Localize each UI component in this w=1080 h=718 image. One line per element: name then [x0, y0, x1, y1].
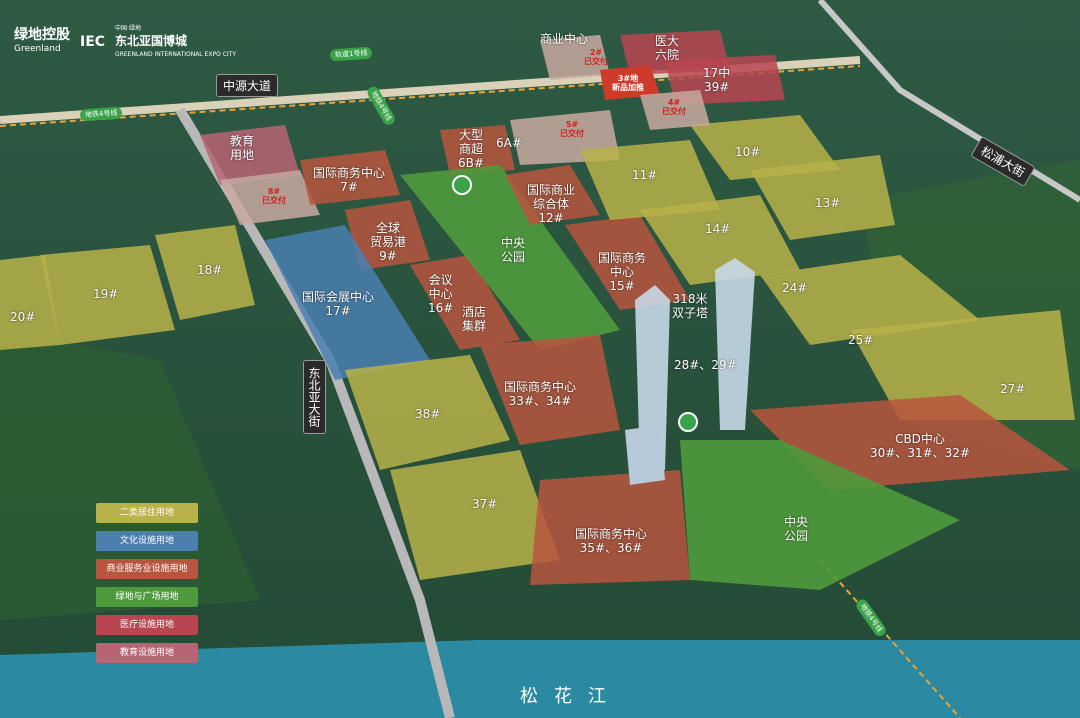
label-plot-3: 3#地 新品加推 — [612, 74, 644, 92]
label-plot-6a: 6A# — [496, 136, 522, 150]
label-plot-10: 10# — [735, 145, 761, 159]
label-plot-27: 27# — [1000, 382, 1026, 396]
brand-name-cn: 绿地控股 — [14, 26, 70, 43]
label-plot-9: 全球 贸易港 9# — [370, 221, 407, 263]
label-plot-25: 25# — [848, 333, 874, 347]
label-plot-11: 11# — [632, 168, 658, 182]
label-plot-37: 37# — [472, 497, 498, 511]
label-plot-20: 20# — [10, 310, 36, 324]
label-plot-2: 2# 已交付 — [584, 48, 608, 66]
label-cbd: CBD中心 30#、31#、32# — [870, 432, 970, 460]
label-plot-15: 国际商务 中心 15# — [598, 251, 647, 293]
metro-station-icon — [678, 412, 698, 432]
river-label: 松花江 — [520, 686, 622, 707]
legend-item-commercial: 商业服务业设施用地 — [96, 559, 198, 579]
label-hotel: 酒店 集群 — [462, 305, 487, 333]
label-plot-4: 4# 已交付 — [662, 98, 686, 116]
label-twin-tower: 318米 双子塔 — [672, 292, 709, 320]
label-plot-6b: 大型 商超 6B# — [458, 128, 484, 170]
label-plot-7: 国际商务中心 7# — [313, 166, 386, 194]
label-plot-17z: 17中 39# — [703, 66, 731, 94]
label-central-park-south: 中央 公园 — [784, 515, 809, 543]
label-plot-24: 24# — [782, 281, 808, 295]
legend-item-medical: 医疗设施用地 — [96, 615, 198, 635]
legend-item-green: 绿地与广场用地 — [96, 587, 198, 607]
label-plot-8: 8# 已交付 — [262, 187, 286, 205]
label-plot-35-36: 国际商务中心 35#、36# — [575, 527, 648, 555]
label-plot-13: 13# — [815, 196, 841, 210]
tower — [625, 425, 665, 485]
label-plot-12: 国际商业 综合体 12# — [527, 183, 576, 225]
label-plot-38: 38# — [415, 407, 441, 421]
label-commercial-center: 商业中心 — [540, 32, 589, 46]
label-plot-17: 国际会展中心 17# — [302, 290, 375, 318]
label-plot-16: 会议 中心 16# — [428, 273, 454, 315]
label-plot-14: 14# — [705, 222, 731, 236]
legend-item-education: 教育设施用地 — [96, 643, 198, 663]
label-plot-19: 19# — [93, 287, 119, 301]
label-plot-5: 5# 已交付 — [560, 120, 584, 138]
label-central-park-north: 中央 公园 — [501, 236, 526, 264]
label-education: 教育 用地 — [230, 134, 255, 162]
road-label-dongbeiya: 东北亚大街 — [303, 360, 326, 434]
legend-item-culture: 文化设施用地 — [96, 531, 198, 551]
metro-station-icon — [452, 175, 472, 195]
brand-name-en: Greenland — [14, 43, 61, 54]
label-plot-18: 18# — [197, 263, 223, 277]
expo-name: 东北亚国博城 — [115, 34, 188, 48]
label-plot-33-34: 国际商务中心 33#、34# — [504, 380, 577, 408]
expo-name-en: GREENLAND INTERNATIONAL EXPO CITY — [115, 51, 236, 58]
road-label-zhongyuan: 中源大道 — [216, 74, 279, 97]
label-hospital: 医大 六院 — [655, 34, 680, 62]
brand-logo: 绿地控股 Greenland IEC 中国·绿地 东北亚国博城 GREENLAND I… — [14, 22, 236, 61]
label-plot-28-29: 28#、29# — [674, 358, 737, 372]
iec-logo: IEC — [80, 33, 106, 50]
legend-item-residential: 二类居住用地 — [96, 503, 198, 523]
land-use-legend: 二类居住用地 文化设施用地 商业服务业设施用地 绿地与广场用地 医疗设施用地 教… — [96, 503, 198, 671]
